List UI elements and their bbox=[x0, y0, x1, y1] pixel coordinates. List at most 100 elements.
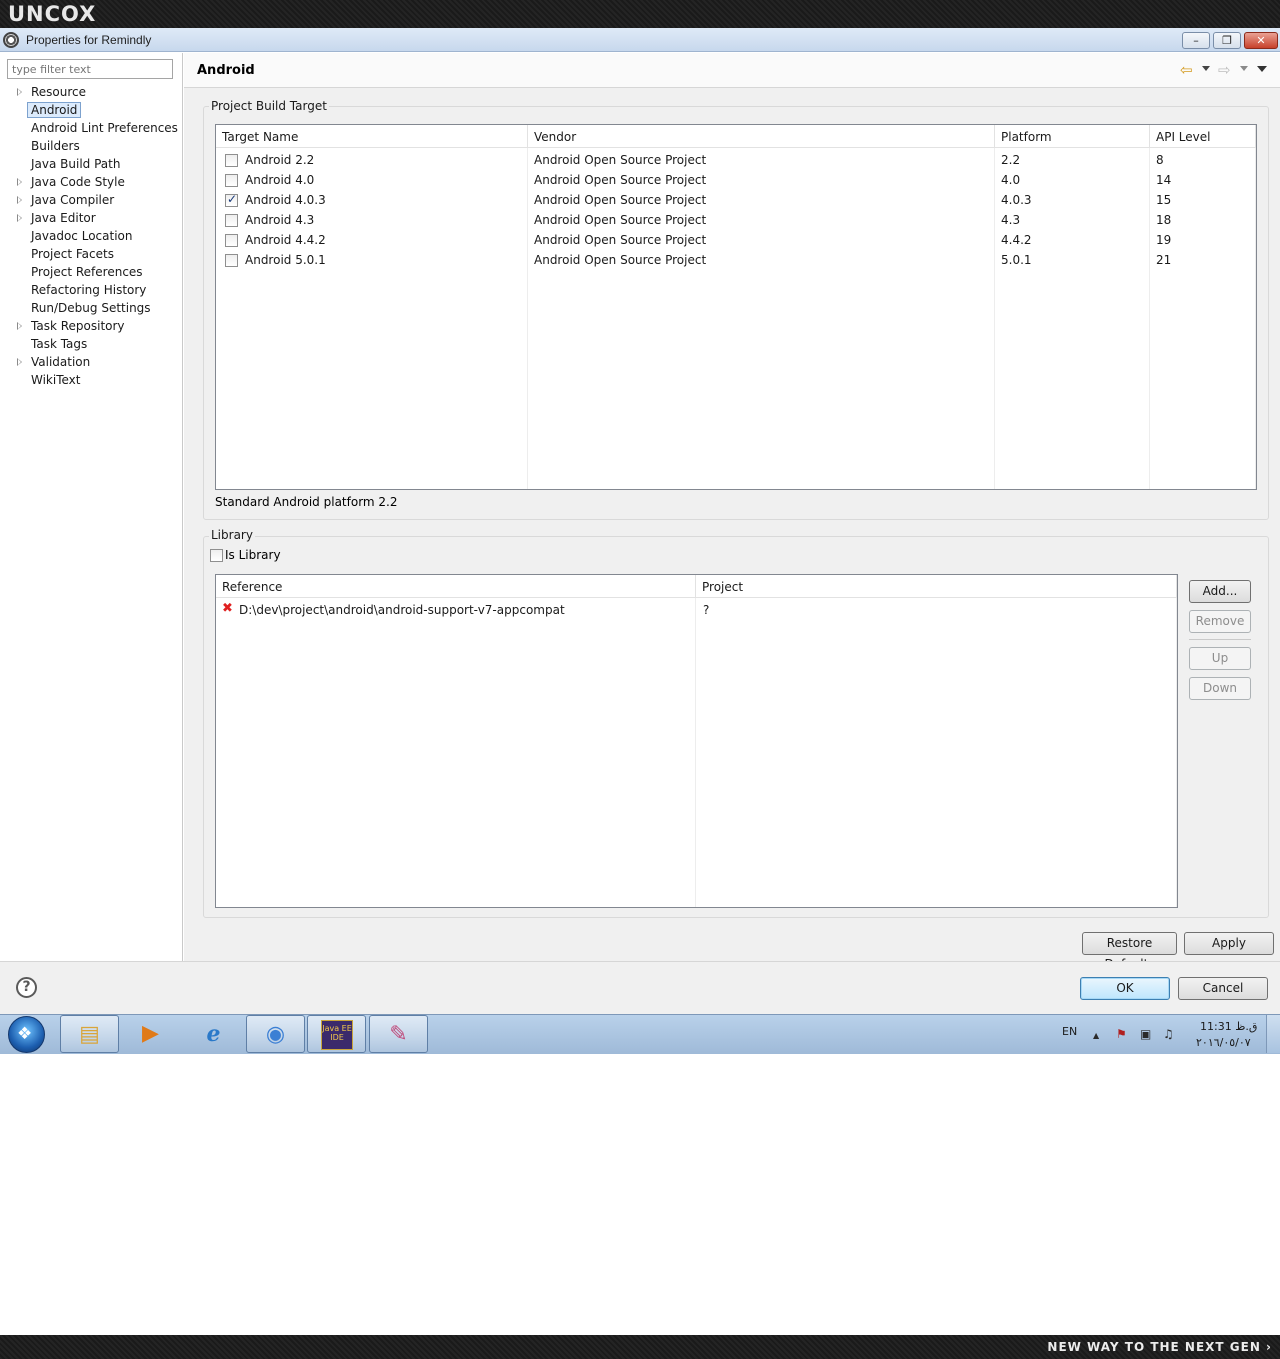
expand-arrow-icon[interactable] bbox=[17, 196, 22, 204]
sidebar-item-builders[interactable]: Builders bbox=[0, 138, 182, 156]
forward-dropdown-icon[interactable] bbox=[1240, 66, 1248, 71]
sidebar-item-refactoring-history[interactable]: Refactoring History bbox=[0, 282, 182, 300]
sidebar-item-java-editor[interactable]: Java Editor bbox=[0, 210, 182, 228]
column-header-api-level[interactable]: API Level bbox=[1150, 125, 1256, 148]
move-up-button[interactable]: Up bbox=[1189, 647, 1251, 670]
taskbar-explorer-button[interactable]: ▤ bbox=[60, 1015, 119, 1053]
maximize-button[interactable]: ❐ bbox=[1213, 32, 1241, 49]
close-button[interactable]: ✕ bbox=[1244, 32, 1278, 49]
build-target-row[interactable]: Android 5.0.1 Android Open Source Project… bbox=[216, 250, 1256, 270]
start-button[interactable]: ❖ bbox=[8, 1016, 45, 1053]
target-cell-name: Android 2.2 bbox=[245, 153, 315, 167]
expand-arrow-icon[interactable] bbox=[17, 214, 22, 222]
sidebar-item-run-debug-settings[interactable]: Run/Debug Settings bbox=[0, 300, 182, 318]
build-target-table[interactable]: Target Name Vendor Platform API Level An… bbox=[215, 124, 1257, 490]
sidebar-item-java-build-path[interactable]: Java Build Path bbox=[0, 156, 182, 174]
clock-date[interactable]: ٢٠١٦/٠٥/٠٧ bbox=[1196, 1036, 1251, 1049]
apply-button[interactable]: Apply bbox=[1184, 932, 1274, 955]
target-cell-platform: 4.0.3 bbox=[1001, 193, 1032, 207]
target-cell-platform: 4.4.2 bbox=[1001, 233, 1032, 247]
sidebar-item-javadoc-location[interactable]: Javadoc Location bbox=[0, 228, 182, 246]
sidebar-item-android-lint-preferences[interactable]: Android Lint Preferences bbox=[0, 120, 182, 138]
sidebar-item-project-facets[interactable]: Project Facets bbox=[0, 246, 182, 264]
cancel-button[interactable]: Cancel bbox=[1178, 977, 1268, 1000]
action-center-flag-icon[interactable]: ⚑ bbox=[1116, 1027, 1127, 1041]
eclipse-icon: Java EE IDE bbox=[321, 1020, 353, 1050]
target-cell-platform: 2.2 bbox=[1001, 153, 1021, 167]
build-target-row[interactable]: Android 2.2 Android Open Source Project 2.… bbox=[216, 150, 1256, 170]
build-target-row[interactable]: Android 4.4.2 Android Open Source Project… bbox=[216, 230, 1256, 250]
network-icon[interactable]: ▣ bbox=[1140, 1027, 1151, 1041]
build-target-row[interactable]: Android 4.3 Android Open Source Project 4.… bbox=[216, 210, 1256, 230]
target-checkbox[interactable] bbox=[225, 192, 238, 207]
is-library-checkbox[interactable] bbox=[210, 549, 223, 562]
taskbar-paint-button[interactable]: ✎ bbox=[369, 1015, 428, 1053]
column-header-platform[interactable]: Platform bbox=[995, 125, 1150, 148]
tray-expand-icon[interactable]: ▲ bbox=[1093, 1031, 1099, 1040]
expand-arrow-icon[interactable] bbox=[17, 88, 22, 96]
back-dropdown-icon[interactable] bbox=[1202, 66, 1210, 71]
back-arrow-icon[interactable]: ⇦ bbox=[1180, 61, 1193, 79]
forward-arrow-icon[interactable]: ⇨ bbox=[1218, 61, 1231, 79]
expand-arrow-icon[interactable] bbox=[17, 358, 22, 366]
remove-library-button[interactable]: Remove bbox=[1189, 610, 1251, 633]
build-target-row[interactable]: Android 4.0.3 Android Open Source Project… bbox=[216, 190, 1256, 210]
minimize-button[interactable]: – bbox=[1182, 32, 1210, 49]
help-icon[interactable]: ? bbox=[16, 977, 37, 998]
expand-arrow-icon[interactable] bbox=[17, 322, 22, 330]
target-cell-platform: 4.3 bbox=[1001, 213, 1021, 227]
sidebar-item-label: Project References bbox=[31, 265, 143, 279]
target-checkbox[interactable] bbox=[225, 154, 238, 167]
sidebar-item-label: Run/Debug Settings bbox=[31, 301, 151, 315]
close-icon: ✕ bbox=[1256, 34, 1266, 47]
move-down-button[interactable]: Down bbox=[1189, 677, 1251, 700]
window-titlebar[interactable]: Properties for Remindly – ❐ ✕ bbox=[0, 28, 1280, 52]
sidebar-item-android[interactable]: Android bbox=[0, 102, 182, 120]
sidebar-item-java-code-style[interactable]: Java Code Style bbox=[0, 174, 182, 192]
sidebar-item-resource[interactable]: Resource bbox=[0, 84, 182, 102]
brand-logo: UNCOX bbox=[8, 2, 97, 26]
column-header-target-name[interactable]: Target Name bbox=[216, 125, 528, 148]
taskbar-chrome-button[interactable]: ◉ bbox=[246, 1015, 305, 1053]
ok-button[interactable]: OK bbox=[1080, 977, 1170, 1000]
target-checkbox[interactable] bbox=[225, 234, 238, 247]
sidebar-item-label: Javadoc Location bbox=[31, 229, 133, 243]
sidebar-item-validation[interactable]: Validation bbox=[0, 354, 182, 372]
restore-defaults-button[interactable]: Restore Defaults bbox=[1082, 932, 1177, 971]
column-header-project[interactable]: Project bbox=[696, 575, 1177, 598]
clock-time[interactable]: ق.ظ 11:31 bbox=[1200, 1020, 1257, 1033]
target-cell-platform: 5.0.1 bbox=[1001, 253, 1032, 267]
taskbar-eclipse-button[interactable]: Java EE IDE bbox=[307, 1015, 366, 1053]
expand-arrow-icon[interactable] bbox=[17, 178, 22, 186]
build-target-group-label: Project Build Target bbox=[209, 99, 329, 113]
library-row[interactable]: ✖ D:\dev\project\android\android-support… bbox=[216, 600, 1177, 620]
filter-input[interactable] bbox=[7, 59, 173, 79]
media-player-icon: ▶ bbox=[142, 1021, 159, 1046]
target-checkbox[interactable] bbox=[225, 254, 238, 267]
library-reference-table[interactable]: Reference Project ✖ D:\dev\project\andro… bbox=[215, 574, 1178, 908]
show-desktop-button[interactable] bbox=[1266, 1015, 1280, 1053]
column-header-reference[interactable]: Reference bbox=[216, 575, 696, 598]
error-x-icon: ✖ bbox=[222, 601, 233, 616]
sidebar-item-java-compiler[interactable]: Java Compiler bbox=[0, 192, 182, 210]
language-indicator[interactable]: EN bbox=[1062, 1025, 1077, 1038]
view-menu-icon[interactable] bbox=[1257, 66, 1267, 72]
target-cell-vendor: Android Open Source Project bbox=[534, 253, 707, 267]
sidebar-item-task-tags[interactable]: Task Tags bbox=[0, 336, 182, 354]
target-checkbox[interactable] bbox=[225, 214, 238, 227]
sidebar-item-task-repository[interactable]: Task Repository bbox=[0, 318, 182, 336]
sidebar-item-label: Builders bbox=[31, 139, 80, 153]
build-target-row[interactable]: Android 4.0 Android Open Source Project 4.… bbox=[216, 170, 1256, 190]
sidebar-item-label: WikiText bbox=[31, 373, 81, 387]
target-cell-vendor: Android Open Source Project bbox=[534, 213, 707, 227]
sidebar-item-wikitext[interactable]: WikiText bbox=[0, 372, 182, 390]
column-header-vendor[interactable]: Vendor bbox=[528, 125, 995, 148]
chrome-icon: ◉ bbox=[265, 1022, 286, 1047]
taskbar-internet-explorer-button[interactable]: e bbox=[184, 1015, 243, 1053]
target-checkbox[interactable] bbox=[225, 174, 238, 187]
sidebar-item-label: Android bbox=[27, 102, 82, 118]
add-library-button[interactable]: Add... bbox=[1189, 580, 1251, 603]
volume-icon[interactable]: ♫ bbox=[1163, 1027, 1174, 1041]
sidebar-item-project-references[interactable]: Project References bbox=[0, 264, 182, 282]
taskbar-media-player-button[interactable]: ▶ bbox=[121, 1015, 180, 1053]
